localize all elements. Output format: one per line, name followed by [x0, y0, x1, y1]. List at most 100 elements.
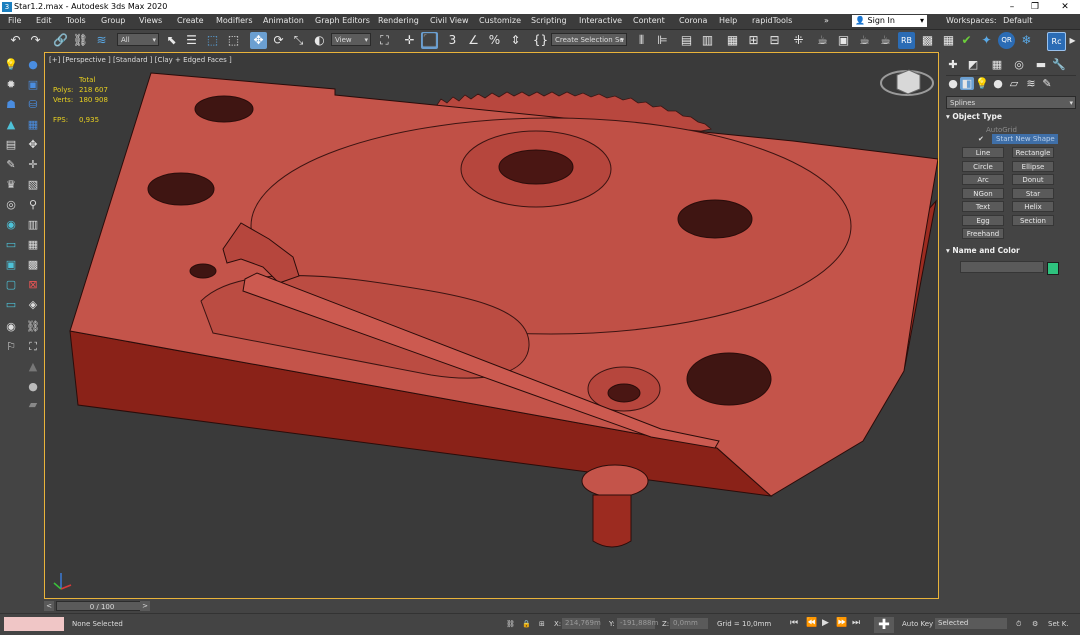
spinner-snap-icon[interactable]: ⇕: [507, 32, 524, 49]
overflow-icon[interactable]: ▸: [1064, 32, 1080, 49]
pivot-center-icon[interactable]: ⛶: [376, 32, 393, 49]
egg-button[interactable]: Egg: [962, 215, 1004, 226]
bulb-icon[interactable]: ⚐: [3, 339, 19, 355]
text-button[interactable]: Text: [962, 201, 1004, 212]
rapid-tools-icon[interactable]: ✦: [978, 32, 995, 49]
ball-icon[interactable]: ●: [25, 379, 41, 395]
minimize-icon[interactable]: –: [1002, 1, 1022, 13]
previous-frame-icon[interactable]: ⏪: [806, 618, 817, 628]
menu-rendering[interactable]: Rendering: [378, 16, 419, 25]
workspaces-selector[interactable]: Workspaces: Default: [946, 16, 1032, 25]
schematic-view-icon[interactable]: ⊟: [766, 32, 783, 49]
menu-tools[interactable]: Tools: [66, 16, 86, 25]
arc-button[interactable]: Arc: [962, 174, 1004, 185]
display-icon[interactable]: ▭: [3, 237, 19, 253]
menu-rapidtools[interactable]: rapidTools: [752, 16, 792, 25]
category-dropdown[interactable]: Splines: [946, 96, 1076, 110]
start-new-shape-checkbox[interactable]: ✔: [978, 135, 984, 143]
scale-icon[interactable]: ⤡: [290, 32, 307, 49]
menu-help[interactable]: Help: [719, 16, 737, 25]
section-button[interactable]: Section: [1012, 215, 1054, 226]
sign-in-button[interactable]: 👤 Sign In ▾: [852, 15, 927, 27]
terrain-icon[interactable]: ▲: [3, 117, 19, 133]
select-object-icon[interactable]: ⬉: [163, 32, 180, 49]
time-config-icon[interactable]: ⚙: [1032, 620, 1038, 628]
autogrid-checkbox[interactable]: AutoGrid: [986, 126, 1017, 134]
go-to-end-icon[interactable]: ⏭: [852, 618, 860, 628]
box-icon[interactable]: ▣: [25, 77, 41, 93]
helper-icon[interactable]: ☗: [3, 97, 19, 113]
percent-snap-icon[interactable]: %: [486, 32, 503, 49]
toggle-ribbon-icon[interactable]: ▦: [724, 32, 741, 49]
create-tab-icon[interactable]: ✚: [946, 58, 960, 71]
play-icon[interactable]: ▶: [822, 618, 829, 628]
move-icon[interactable]: ✥: [250, 32, 267, 49]
viewport-label[interactable]: [+] [Perspective ] [Standard ] [Clay + E…: [49, 56, 232, 64]
weight-icon[interactable]: ♛: [3, 177, 19, 193]
eye-icon[interactable]: ◉: [3, 319, 19, 335]
render-setup-icon[interactable]: ☕: [814, 32, 831, 49]
undo-icon[interactable]: ↶: [7, 32, 24, 49]
lights-icon[interactable]: 💡: [975, 77, 989, 90]
viewport-perspective[interactable]: [+] [Perspective ] [Standard ] [Clay + E…: [44, 52, 939, 599]
layer-explorer-icon[interactable]: ▥: [699, 32, 716, 49]
edit-named-selections-icon[interactable]: {}: [532, 32, 549, 49]
menu-group[interactable]: Group: [101, 16, 125, 25]
close-icon[interactable]: ✕: [1055, 1, 1075, 13]
menu-overflow[interactable]: »: [824, 16, 829, 25]
go-to-start-icon[interactable]: ⏮: [790, 618, 798, 628]
named-selection-dropdown[interactable]: Create Selection Se: [551, 33, 627, 47]
image-icon[interactable]: ▧: [25, 177, 41, 193]
triangle-icon[interactable]: ▲: [25, 359, 41, 375]
spacewarps-icon[interactable]: ≋: [1024, 77, 1038, 90]
monitor-icon[interactable]: ▣: [3, 257, 19, 273]
helpers-icon[interactable]: ▱: [1007, 77, 1021, 90]
menu-interactive[interactable]: Interactive: [579, 16, 622, 25]
angle-snap-icon[interactable]: ∠: [465, 32, 482, 49]
render-production-icon[interactable]: ☕: [856, 32, 873, 49]
placement-icon[interactable]: ◐: [311, 32, 328, 49]
keyboard-shortcut-override-icon[interactable]: ⬛: [421, 32, 438, 49]
snaps-toggle-icon[interactable]: 3: [444, 32, 461, 49]
line-button[interactable]: Line: [962, 147, 1004, 158]
motion-tab-icon[interactable]: ◎: [1012, 58, 1026, 71]
grid-tool-icon[interactable]: ▦: [25, 237, 41, 253]
rectangular-selection-icon[interactable]: ⬚: [204, 32, 221, 49]
menu-modifiers[interactable]: Modifiers: [216, 16, 253, 25]
checker-tool-icon[interactable]: ▩: [25, 257, 41, 273]
shapes-icon[interactable]: ◧: [960, 77, 974, 90]
isolate-icon[interactable]: ⛓: [506, 620, 515, 628]
plane-icon[interactable]: ▤: [3, 137, 19, 153]
rb-button[interactable]: RB: [898, 32, 915, 49]
strip-icon[interactable]: ▥: [25, 217, 41, 233]
menu-create[interactable]: Create: [177, 16, 204, 25]
ring-icon[interactable]: ◎: [3, 197, 19, 213]
snowflake-icon[interactable]: ❄: [1018, 32, 1035, 49]
paint-icon[interactable]: ✎: [3, 157, 19, 173]
menu-animation[interactable]: Animation: [263, 16, 304, 25]
object-type-rollout[interactable]: ▾ Object Type: [946, 112, 1074, 124]
lock-icon[interactable]: 🔒: [522, 620, 531, 628]
link-tool-icon[interactable]: ⛓: [25, 319, 41, 335]
pivot-icon[interactable]: ✹: [3, 77, 19, 93]
x-coordinate-field[interactable]: 214,769m: [562, 618, 601, 629]
set-key-icon[interactable]: ✚: [874, 617, 894, 633]
align-tool-icon[interactable]: ✛: [25, 157, 41, 173]
z-coordinate-field[interactable]: 0,0mm: [670, 618, 708, 629]
next-frame-icon[interactable]: ⏩: [836, 618, 847, 628]
auto-key-button[interactable]: Auto Key: [902, 620, 933, 628]
light-icon[interactable]: 💡: [3, 57, 19, 73]
xyz-icon[interactable]: ⊠: [25, 277, 41, 293]
maxscript-listener[interactable]: [4, 617, 64, 631]
sphere-icon[interactable]: ●: [25, 57, 41, 73]
menu-edit[interactable]: Edit: [36, 16, 52, 25]
time-next-icon[interactable]: >: [140, 601, 150, 611]
qr-button[interactable]: QR: [998, 32, 1015, 49]
grid-object-icon[interactable]: ▦: [25, 117, 41, 133]
scene-render[interactable]: [45, 53, 939, 599]
freehand-button[interactable]: Freehand: [962, 228, 1004, 239]
rotate-icon[interactable]: ⟳: [270, 32, 287, 49]
mirror-icon[interactable]: ⫴: [633, 32, 650, 49]
grid-icon[interactable]: ▦: [940, 32, 957, 49]
menu-content[interactable]: Content: [633, 16, 665, 25]
